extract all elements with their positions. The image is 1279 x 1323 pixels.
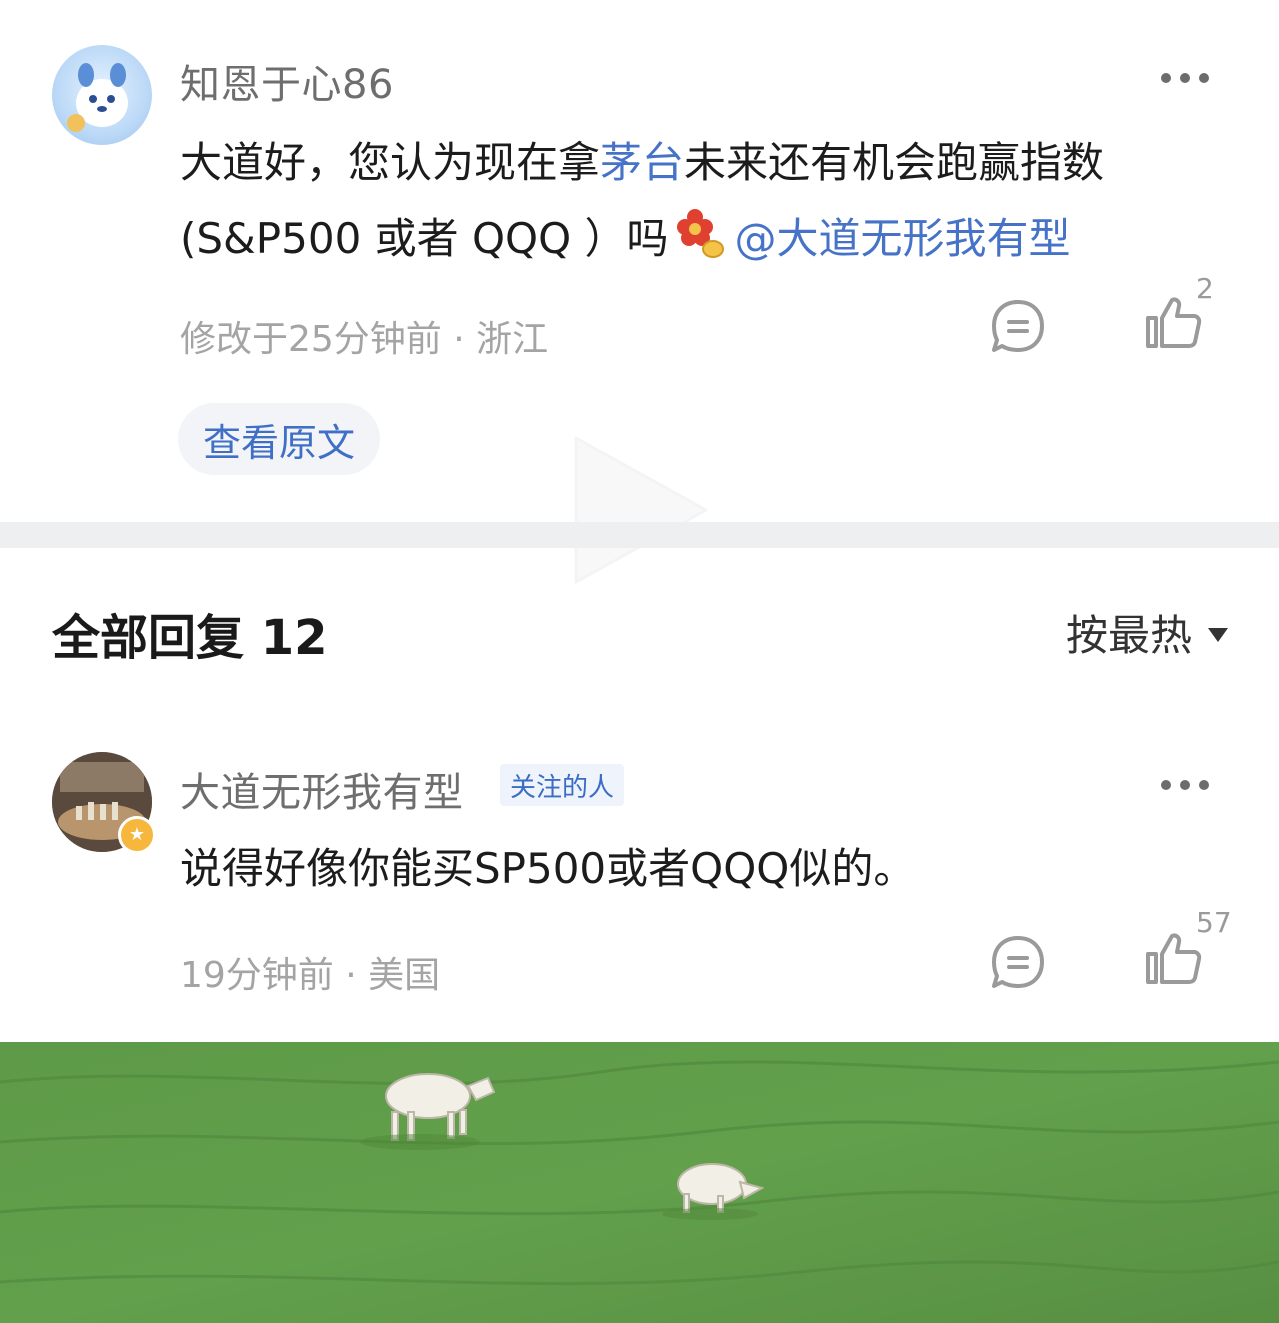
more-button[interactable] [1157, 775, 1213, 795]
more-icon [1161, 780, 1171, 790]
reply-button[interactable] [988, 296, 1048, 356]
like-count: 2 [1196, 272, 1214, 305]
like-button[interactable] [1142, 928, 1202, 988]
reply-text: 说得好像你能买SP500或者QQQ似的。 [180, 844, 916, 893]
view-original-button[interactable]: 查看原文 [178, 403, 380, 475]
more-icon [1180, 73, 1190, 83]
more-icon [1161, 73, 1171, 83]
flower-emoji-icon [673, 205, 729, 261]
reply-meta: 19分钟前 · 美国 [180, 955, 441, 996]
like-icon [1146, 933, 1202, 984]
stock-link[interactable]: 茅台 [600, 138, 684, 187]
more-icon [1199, 73, 1209, 83]
section-divider [0, 522, 1279, 548]
pasture-image [0, 1042, 1279, 1323]
username[interactable]: 知恩于心86 [180, 52, 394, 110]
video-frame[interactable] [0, 1042, 1279, 1323]
avatar[interactable] [52, 45, 152, 145]
more-icon [1199, 780, 1209, 790]
avatar-image [67, 63, 128, 132]
chevron-down-icon [1208, 627, 1229, 642]
reply-icon [992, 936, 1044, 988]
like-icon [1146, 297, 1202, 348]
like-count: 57 [1196, 906, 1232, 939]
mention-link[interactable]: @大道无形我有型 [735, 214, 1071, 263]
more-icon [1180, 780, 1190, 790]
play-icon[interactable] [566, 430, 716, 590]
replies-header: 全部回复 12 [52, 610, 328, 666]
comment-text-line: (S&P500 或者 QQQ ）吗 @大道无形我有型 [180, 200, 1071, 278]
comment-thread-page: 知恩于心86 大道好，您认为现在拿茅台未来还有机会跑赢指数 (S&P500 或者… [0, 0, 1279, 1323]
reply-button[interactable] [988, 932, 1048, 992]
comment-text-line: 大道好，您认为现在拿茅台未来还有机会跑赢指数 [180, 124, 1104, 202]
following-tag: 关注的人 [500, 764, 625, 806]
vip-star-icon: ★ [118, 816, 156, 854]
comment-text: (S&P500 或者 QQQ ）吗 [180, 214, 669, 263]
username[interactable]: 大道无形我有型 [180, 760, 464, 818]
avatar[interactable]: ★ [52, 752, 156, 854]
sort-label: 按最热 [1066, 611, 1193, 660]
sort-dropdown[interactable]: 按最热 [1066, 602, 1229, 663]
reply-icon [992, 300, 1044, 352]
comment-text: 大道好，您认为现在拿 [180, 138, 601, 187]
more-button[interactable] [1157, 68, 1213, 88]
comment-text: 未来还有机会跑赢指数 [684, 138, 1105, 187]
like-button[interactable] [1142, 292, 1202, 352]
comment-meta: 修改于25分钟前 · 浙江 [180, 319, 549, 360]
